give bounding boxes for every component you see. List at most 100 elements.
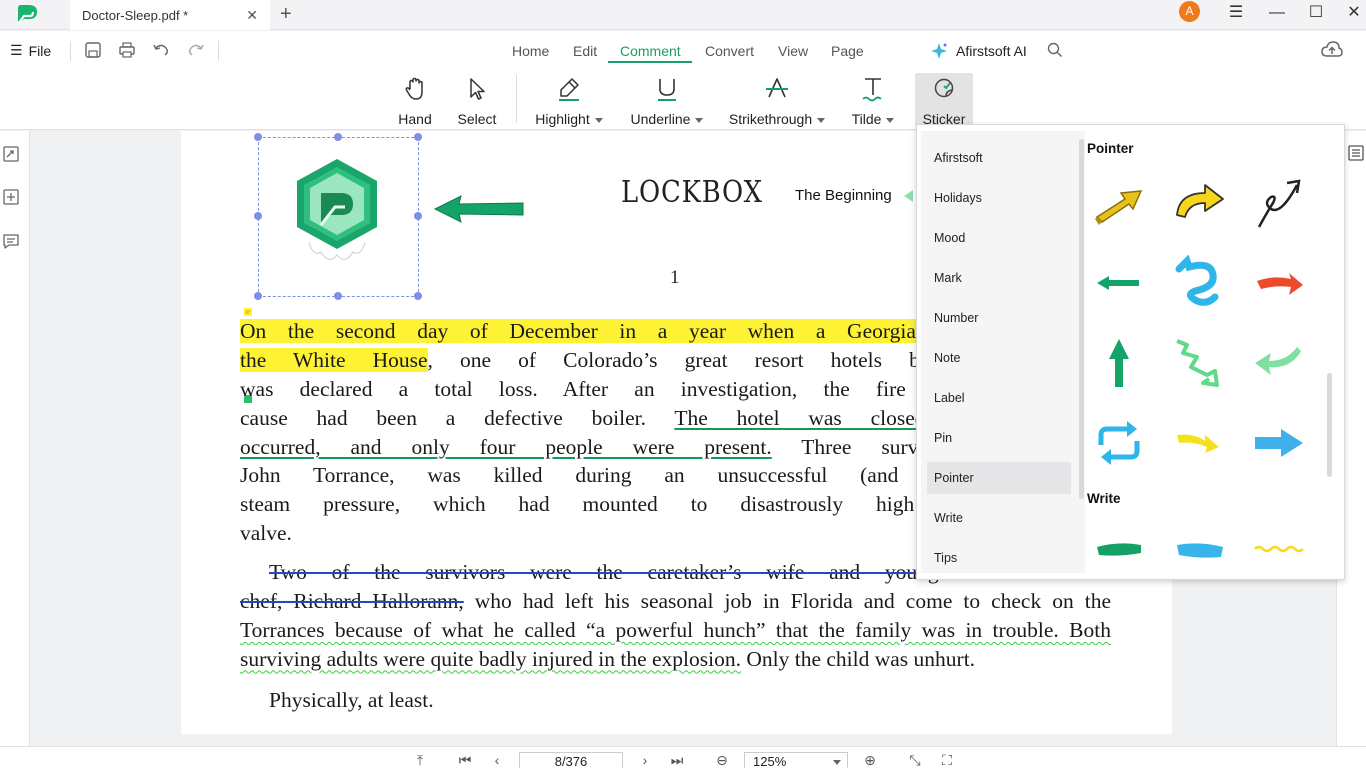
blue-brush-stroke[interactable]	[1171, 523, 1227, 579]
category-scrollbar[interactable]	[1079, 139, 1084, 499]
annotated-text-squig[interactable]: Torrances because of what he called “a p…	[240, 618, 1111, 642]
comments-icon[interactable]	[2, 232, 20, 250]
comment-toolbar: Hand Select Highlight Underline Striketh…	[0, 71, 1366, 130]
next-page-icon[interactable]: ›	[637, 752, 653, 768]
resize-handle[interactable]	[334, 133, 342, 141]
sticker-category-afirstsoft[interactable]: Afirstsoft	[927, 142, 1071, 174]
sticker-category-write[interactable]: Write	[927, 502, 1071, 534]
properties-panel-icon[interactable]	[1347, 144, 1365, 162]
yellow-curved-arrow[interactable]	[1171, 175, 1227, 231]
tab-comment[interactable]: Comment	[620, 43, 681, 59]
close-tab-icon[interactable]: ✕	[246, 7, 258, 24]
green-left-arrow[interactable]	[1091, 255, 1147, 311]
tab-convert[interactable]: Convert	[705, 43, 754, 59]
thumbnails-icon[interactable]	[2, 145, 20, 163]
title-bar: Doctor-Sleep.pdf * ✕ + A ☰ — ☐ ✕	[0, 0, 1366, 30]
last-page-icon[interactable]: ⏭	[669, 752, 685, 768]
zoom-in-icon[interactable]: ⊕	[862, 752, 878, 768]
green-zigzag-arrow[interactable]	[1171, 335, 1227, 391]
left-sidebar	[0, 131, 30, 746]
yellow-paint-arrow[interactable]	[1171, 415, 1227, 471]
mint-curved-arrow[interactable]	[1251, 335, 1307, 391]
file-menu-button[interactable]: ☰ File	[10, 42, 51, 59]
tab-home[interactable]: Home	[512, 43, 549, 59]
sticker-category-tips[interactable]: Tips	[927, 542, 1071, 574]
minimize-icon[interactable]: —	[1267, 3, 1287, 23]
underline-icon	[658, 79, 676, 101]
tab-edit[interactable]: Edit	[573, 43, 597, 59]
zoom-select[interactable]: 125%	[744, 752, 848, 768]
new-tab-icon[interactable]: +	[280, 4, 292, 24]
redo-icon[interactable]	[187, 41, 205, 59]
ai-assistant-button[interactable]: Afirstsoft AI	[930, 42, 1027, 60]
sparkle-icon	[931, 43, 947, 59]
first-page-icon[interactable]: ⏮	[457, 752, 473, 768]
sticker-category-holidays[interactable]: Holidays	[927, 182, 1071, 214]
green-left-arrow-sticker[interactable]	[433, 193, 525, 225]
tab-view[interactable]: View	[778, 43, 808, 59]
resize-handle[interactable]	[414, 212, 422, 220]
sticker-category-mood[interactable]: Mood	[927, 222, 1071, 254]
avatar[interactable]: A	[1179, 1, 1200, 22]
select-tool-button[interactable]: Select	[457, 73, 497, 127]
tilde-tool-button[interactable]: Tilde	[850, 73, 896, 127]
sticker-category-pointer[interactable]: Pointer	[927, 462, 1071, 494]
tilde-icon	[862, 78, 882, 102]
sticker-category-pin[interactable]: Pin	[927, 422, 1071, 454]
search-icon[interactable]	[1047, 42, 1063, 58]
red-brush-arrow[interactable]	[1251, 255, 1307, 311]
blue-bold-arrow[interactable]	[1251, 415, 1307, 471]
resize-handle[interactable]	[254, 212, 262, 220]
green-brush-stroke[interactable]	[1091, 523, 1147, 579]
hand-icon	[405, 77, 423, 100]
underline-tool-button[interactable]: Underline	[628, 73, 706, 127]
hamburger-menu-icon[interactable]: ☰	[1226, 3, 1246, 23]
cloud-upload-icon[interactable]	[1321, 41, 1343, 59]
resize-handle[interactable]	[254, 133, 262, 141]
highlight-tool-button[interactable]: Highlight	[532, 73, 606, 127]
divider	[218, 41, 219, 61]
blue-refresh-arrows[interactable]	[1091, 415, 1147, 471]
print-icon[interactable]	[118, 41, 136, 59]
strikethrough-tool-button[interactable]: Strikethrough	[726, 73, 828, 127]
zoom-out-icon[interactable]: ⊖	[714, 752, 730, 768]
maximize-icon[interactable]: ☐	[1306, 3, 1326, 23]
gold-3d-arrow[interactable]	[1091, 175, 1147, 231]
tab-page[interactable]: Page	[831, 43, 864, 59]
sticker-category-note[interactable]: Note	[927, 342, 1071, 374]
annotated-text-ul-green[interactable]: occurred, and only four people were pres…	[240, 435, 772, 459]
green-up-arrow[interactable]	[1091, 335, 1147, 391]
annotated-text-strike[interactable]: chef, Richard Hallorann,	[240, 589, 464, 613]
sticker-category-mark[interactable]: Mark	[927, 262, 1071, 294]
black-loop-arrow[interactable]	[1251, 175, 1307, 231]
green-pointer-sticker[interactable]	[903, 189, 917, 203]
undo-icon[interactable]	[152, 41, 170, 59]
resize-handle[interactable]	[414, 133, 422, 141]
sticker-selection-box[interactable]	[254, 133, 422, 300]
sticker-category-label[interactable]: Label	[927, 382, 1071, 414]
sticker-grid-scrollbar[interactable]	[1327, 373, 1332, 477]
resize-handle[interactable]	[254, 292, 262, 300]
text-span: who had left his seasonal job in Florida…	[463, 588, 1111, 613]
annotated-text-hl[interactable]: the White House	[240, 347, 428, 372]
sticker-tool-button[interactable]: Sticker	[915, 73, 973, 127]
save-icon[interactable]	[84, 41, 102, 59]
blue-squiggle-arrow[interactable]	[1171, 255, 1227, 311]
page-number-label: 1	[670, 267, 680, 288]
close-window-icon[interactable]: ✕	[1344, 3, 1364, 23]
highlight-tool-label: Highlight	[535, 111, 603, 127]
sticker-category-number[interactable]: Number	[927, 302, 1071, 334]
note-annotation-icon[interactable]	[244, 308, 252, 316]
fit-page-icon[interactable]: ⤡	[907, 752, 923, 768]
fullscreen-icon[interactable]: ⛶	[939, 752, 955, 768]
hand-tool-button[interactable]: Hand	[396, 73, 434, 127]
bookmark-add-icon[interactable]	[2, 188, 20, 206]
document-tab[interactable]: Doctor-Sleep.pdf * ✕	[70, 0, 270, 30]
previous-page-icon[interactable]: ‹	[489, 752, 505, 768]
resize-handle[interactable]	[414, 292, 422, 300]
scroll-to-top-icon[interactable]: ⤒	[412, 752, 428, 768]
yellow-wavy-line[interactable]	[1251, 523, 1307, 579]
resize-handle[interactable]	[334, 292, 342, 300]
annotated-text-squig[interactable]: surviving adults were quite badly injure…	[240, 647, 741, 671]
page-number-input[interactable]: 8/376	[519, 752, 623, 768]
